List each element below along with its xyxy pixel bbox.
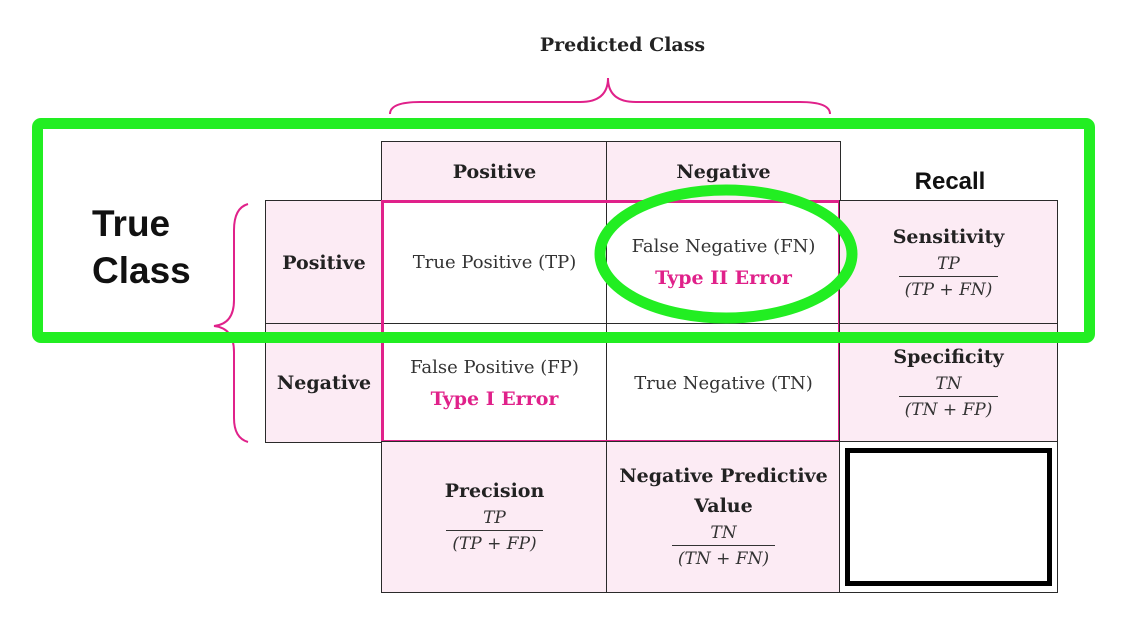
- precision-den: (TP + FP): [446, 530, 543, 554]
- highlight-rectangle: [32, 118, 1095, 343]
- specificity-den: (TN + FP): [898, 396, 999, 420]
- empty-corner-box: [845, 448, 1052, 586]
- highlight-ellipse: [594, 184, 858, 324]
- predicted-class-brace: [389, 77, 831, 115]
- specificity-num: TN: [935, 374, 962, 394]
- precision-cell: Precision TP (TP + FP): [381, 441, 608, 593]
- npv-den: (TN + FN): [671, 545, 776, 569]
- npv-num: TN: [710, 523, 737, 543]
- npv-cell: Negative Predictive Value TN (TN + FN): [606, 441, 841, 593]
- npv-title-line2: Value: [694, 495, 753, 517]
- row-header-negative-text: Negative: [276, 372, 372, 394]
- precision-formula: TP (TP + FP): [446, 508, 543, 554]
- npv-formula: TN (TN + FN): [671, 523, 776, 569]
- precision-num: TP: [483, 508, 506, 528]
- precision-title: Precision: [444, 480, 545, 502]
- npv-title-line1: Negative Predictive: [619, 465, 828, 487]
- specificity-formula: TN (TN + FP): [898, 374, 999, 420]
- empty-corner-cell: [839, 441, 1058, 593]
- specificity-title: Specificity: [893, 346, 1004, 368]
- predicted-class-label: Predicted Class: [539, 34, 706, 56]
